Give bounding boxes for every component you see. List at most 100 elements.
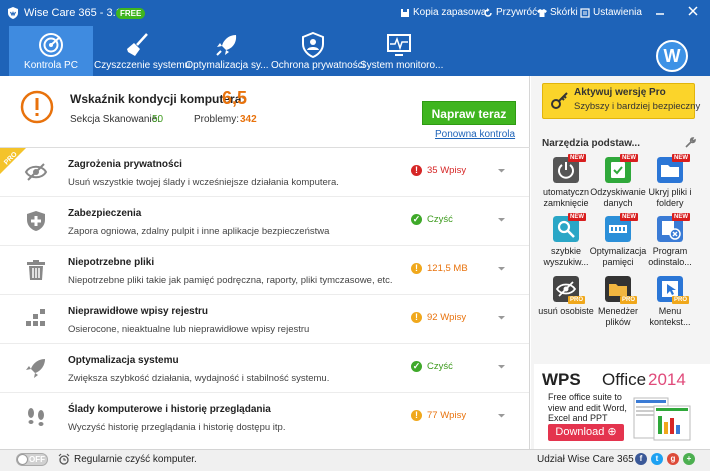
restore-link[interactable]: Przywróć [483, 7, 537, 18]
tool-privacy-eraser[interactable]: PRO usuń osobiste [538, 276, 594, 336]
minimize-icon [656, 13, 664, 15]
tool-label: utomatyczn zamknięcie [542, 187, 590, 208]
row-title: Niepotrzebne pliki [68, 257, 155, 268]
wrench-icon[interactable] [684, 137, 696, 149]
row-status: ! 35 Wpisy [411, 165, 466, 176]
tool-auto-shutdown[interactable]: NEW utomatyczn zamknięcie [540, 154, 592, 217]
nav-tab-pc-check[interactable]: Kontrola PC [9, 26, 93, 76]
row-title: Zabezpieczenia [68, 208, 142, 219]
tool-label: szybkie wyszukiw... [543, 246, 589, 267]
check-row-junk-files[interactable]: Niepotrzebne pliki Niepotrzebne pliki ta… [0, 246, 529, 295]
fix-now-button[interactable]: Napraw teraz [422, 101, 516, 125]
error-icon: ! [411, 165, 422, 176]
tool-label: usuń osobiste [538, 306, 594, 316]
tool-uninstaller[interactable]: NEW Program odinstalo... [644, 213, 696, 276]
registry-blocks-icon [26, 309, 45, 326]
chevron-down-icon[interactable] [497, 166, 506, 175]
backup-link[interactable]: Kopia zapasowa [400, 7, 486, 18]
shield-plus-icon [27, 211, 45, 231]
recheck-link[interactable]: Ponowna kontrola [435, 129, 515, 140]
tool-fast-search[interactable]: NEW szybkie wyszukiw... [540, 213, 592, 276]
new-badge: NEW [568, 213, 586, 221]
skins-link[interactable]: Skórki [537, 7, 578, 18]
new-badge: NEW [672, 154, 690, 162]
tool-label: Program odinstalo... [648, 246, 692, 267]
nav-tab-system-monitor[interactable]: System monitoro... [360, 26, 443, 76]
wps-logo: WPS [542, 370, 581, 389]
row-status-text: Czyść [427, 214, 453, 225]
trash-icon [27, 260, 45, 280]
check-row-traces[interactable]: Ślady komputerowe i historię przeglądani… [0, 393, 529, 443]
pro-badge: PRO [672, 296, 690, 304]
chevron-down-icon[interactable] [497, 264, 506, 273]
toggle-state: OFF [29, 455, 45, 464]
backup-icon [401, 8, 409, 17]
row-desc: Zapora ogniowa, zdalny pulpit i inne apl… [68, 226, 330, 237]
tool-label: Ukryj pliki i foldery [648, 187, 692, 208]
free-badge: FREE [116, 8, 146, 19]
check-icon: ✓ [411, 214, 422, 225]
pro-badge: PRO [568, 296, 586, 304]
wps-download-button[interactable]: Download ⊕ [548, 424, 624, 441]
nav-tab-system-optimizer[interactable]: Optymalizacja sy... [184, 26, 270, 76]
tool-memory-optimizer[interactable]: NEW Optymalizacja pamięci [590, 213, 646, 276]
row-title: Zagrożenia prywatności [68, 159, 182, 170]
new-badge: NEW [568, 154, 586, 162]
row-desc: Niepotrzebne pliki takie jak pamięć podr… [68, 275, 393, 286]
row-status-text: 35 Wpisy [427, 165, 467, 176]
tool-context-menu[interactable]: PRO Menu kontekst... [644, 276, 696, 336]
row-desc: Usuń wszystkie twojej ślady i wcześniejs… [68, 177, 339, 188]
chevron-down-icon[interactable] [497, 313, 506, 322]
close-button[interactable] [684, 4, 702, 20]
warning-icon: ! [411, 263, 422, 274]
tool-label: Optymalizacja pamięci [589, 246, 647, 267]
row-status-text: 121,5 MB [427, 263, 468, 274]
google-plus-icon[interactable]: g [667, 453, 679, 465]
row-status: ✓ Czyść [411, 361, 453, 372]
row-status-text: Czyść [427, 361, 453, 372]
tool-file-manager[interactable]: PRO Menedżer plików [592, 276, 644, 336]
skins-label: Skórki [550, 7, 578, 18]
nav-tab-privacy-protector[interactable]: Ochrona prywatności [271, 26, 365, 76]
minimize-button[interactable] [651, 4, 669, 20]
nav-tab-system-cleaner[interactable]: Czyszczenie systemu [94, 26, 190, 76]
tool-hide-files[interactable]: NEW Ukryj pliki i foldery [644, 154, 696, 217]
restore-label: Przywróć [496, 7, 538, 18]
new-badge: NEW [672, 213, 690, 221]
new-badge: NEW [620, 213, 638, 221]
chevron-down-icon[interactable] [497, 411, 506, 420]
row-status-text: 92 Wpisy [427, 312, 467, 323]
tools-title: Narzędzia podstaw... [542, 138, 640, 149]
user-avatar[interactable]: W [656, 40, 688, 72]
problems-label: Problemy: [194, 114, 240, 125]
chevron-down-icon[interactable] [497, 215, 506, 224]
check-row-security[interactable]: Zabezpieczenia Zapora ogniowa, zdalny pu… [0, 197, 529, 246]
backup-label: Kopia zapasowa [413, 7, 487, 18]
shirt-icon [537, 8, 547, 17]
close-icon [688, 6, 698, 16]
row-title: Nieprawidłowe wpisy rejestru [68, 306, 209, 317]
warning-circle-icon [20, 90, 54, 124]
facebook-icon[interactable]: f [635, 453, 647, 465]
check-row-system-optimization[interactable]: Optymalizacja systemu Zwiększa szybkość … [0, 344, 529, 393]
tool-data-recovery[interactable]: NEW Odzyskiwanie danych [590, 154, 646, 217]
share-icon[interactable]: + [683, 453, 695, 465]
radar-icon [39, 33, 63, 57]
tool-label: Menedżer plików [597, 306, 639, 327]
rocket-icon [216, 35, 237, 56]
health-score: 6,5 [222, 88, 248, 108]
chevron-down-icon[interactable] [497, 362, 506, 371]
row-status-text: 77 Wpisy [427, 410, 467, 421]
tool-label: Menu kontekst... [649, 306, 691, 327]
wps-office-text: Office [602, 370, 647, 389]
wps-screenshots-illustration [633, 397, 691, 441]
problems-value: 342 [240, 114, 257, 125]
app-logo-icon [8, 7, 18, 19]
check-row-privacy-threats[interactable]: Zagrożenia prywatności Usuń wszystkie tw… [0, 148, 529, 197]
shield-person-icon [302, 32, 324, 58]
twitter-icon[interactable]: t [651, 453, 663, 465]
row-desc: Zwiększa szybkość działania, wydajność i… [68, 373, 330, 384]
check-row-registry[interactable]: Nieprawidłowe wpisy rejestru Osierocone,… [0, 295, 529, 344]
rocket-icon [26, 359, 45, 378]
settings-link[interactable]: Ustawienia [580, 7, 642, 18]
